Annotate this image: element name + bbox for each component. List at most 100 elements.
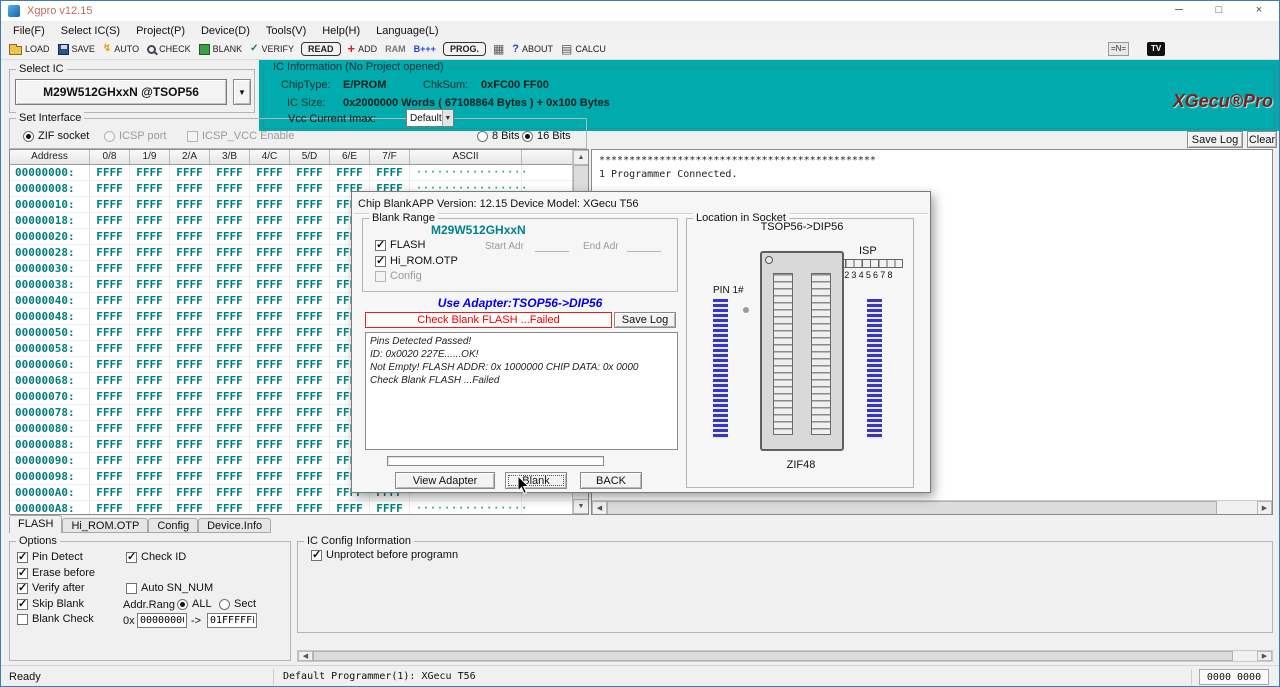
hex-cell[interactable]: FFFF	[250, 389, 290, 404]
hex-cell[interactable]: FFFF	[250, 421, 290, 436]
hex-cell[interactable]: FFFF	[250, 437, 290, 452]
unprotect-checkbox[interactable]: Unprotect before programn	[311, 549, 458, 561]
menu-item-projectp[interactable]: Project(P)	[128, 25, 193, 37]
tab-config[interactable]: Config	[148, 518, 198, 533]
toolbar-check-button[interactable]: CHECK	[143, 43, 195, 55]
hex-cell[interactable]: FFFF	[130, 309, 170, 324]
hex-cell[interactable]: FFFF	[250, 309, 290, 324]
hex-cell[interactable]: FFFF	[250, 357, 290, 372]
hex-cell[interactable]: FFFF	[90, 181, 130, 196]
hex-cell[interactable]: FFFF	[130, 181, 170, 196]
bits-16-radio[interactable]: 16 Bits	[522, 130, 571, 142]
erase-before-checkbox[interactable]: Erase before	[17, 567, 95, 579]
hex-cell[interactable]: FFFF	[290, 325, 330, 340]
hex-cell[interactable]: FFFF	[90, 469, 130, 484]
menu-item-selectics[interactable]: Select IC(S)	[53, 25, 128, 37]
hex-cell[interactable]: FFFF	[90, 277, 130, 292]
hex-cell[interactable]: FFFF	[130, 213, 170, 228]
hex-cell[interactable]: FFFF	[250, 469, 290, 484]
hex-cell[interactable]: FFFF	[290, 453, 330, 468]
hex-cell[interactable]: FFFF	[290, 373, 330, 388]
hex-cell[interactable]: FFFF	[130, 293, 170, 308]
hex-cell[interactable]: FFFF	[290, 357, 330, 372]
hex-cell[interactable]: FFFF	[290, 293, 330, 308]
dialog-save-log-button[interactable]: Save Log	[614, 312, 676, 328]
hex-cell[interactable]: FFFF	[210, 261, 250, 276]
hex-cell[interactable]: FFFF	[170, 309, 210, 324]
hex-cell[interactable]: FFFF	[250, 453, 290, 468]
hex-cell[interactable]: FFFF	[170, 453, 210, 468]
hex-cell[interactable]: FFFF	[90, 485, 130, 500]
toolbar-auto-button[interactable]: ↯AUTO	[99, 42, 143, 56]
hex-cell[interactable]: FFFF	[290, 197, 330, 212]
toolbar-save-button[interactable]: SAVE	[54, 43, 99, 56]
zif-socket-radio[interactable]: ZIF socket	[23, 130, 89, 142]
hex-cell[interactable]: FFFF	[250, 293, 290, 308]
hex-cell[interactable]: FFFF	[130, 325, 170, 340]
tab-hi-rom-otp[interactable]: Hi_ROM.OTP	[62, 518, 148, 533]
menu-item-toolsv[interactable]: Tools(V)	[258, 25, 314, 37]
hex-cell[interactable]: FFFF	[90, 453, 130, 468]
hex-cell[interactable]: FFFF	[170, 325, 210, 340]
hex-cell[interactable]: FFFF	[90, 309, 130, 324]
hex-cell[interactable]: FFFF	[250, 181, 290, 196]
hex-cell[interactable]: FFFF	[210, 181, 250, 196]
blank-check-checkbox[interactable]: Blank Check	[17, 613, 94, 625]
hex-cell[interactable]: FFFF	[90, 245, 130, 260]
tab-device-info[interactable]: Device.Info	[198, 518, 271, 533]
hex-cell[interactable]: FFFF	[210, 485, 250, 500]
hex-cell[interactable]: FFFF	[210, 437, 250, 452]
bottom-horizontal-scrollbar[interactable]: ◀ ▶	[297, 650, 1273, 662]
hex-cell[interactable]: FFFF	[90, 341, 130, 356]
skip-blank-checkbox[interactable]: Skip Blank	[17, 598, 84, 610]
hex-cell[interactable]: FFFF	[130, 389, 170, 404]
hex-cell[interactable]: FFFF	[130, 341, 170, 356]
hex-cell[interactable]: FFFF	[210, 405, 250, 420]
pin-detect-checkbox[interactable]: Pin Detect	[17, 551, 83, 563]
hex-cell[interactable]: FFFF	[170, 245, 210, 260]
hex-cell[interactable]: FFFF	[330, 501, 370, 514]
maximize-button[interactable]: □	[1199, 1, 1239, 21]
hex-cell[interactable]: FFFF	[90, 293, 130, 308]
close-button[interactable]: ×	[1239, 1, 1279, 21]
toolbar-tv-button[interactable]: TV	[1143, 41, 1169, 57]
scroll-down-arrow[interactable]: ▼	[573, 499, 589, 514]
hex-cell[interactable]: FFFF	[210, 165, 250, 180]
config-checkbox[interactable]: Config	[375, 270, 422, 282]
hex-cell[interactable]: FFFF	[90, 197, 130, 212]
select-ic-dropdown-button[interactable]: ▼	[233, 79, 251, 105]
toolbar-read-button[interactable]: READ	[301, 42, 341, 56]
hex-cell[interactable]: FFFF	[290, 165, 330, 180]
hex-cell[interactable]: FFFF	[290, 181, 330, 196]
icsp-port-radio[interactable]: ICSP port	[104, 130, 167, 142]
toolbar-gridmap-button[interactable]: ▦	[489, 42, 508, 56]
hex-cell[interactable]: FFFF	[130, 277, 170, 292]
hex-cell[interactable]: FFFF	[290, 437, 330, 452]
hex-cell[interactable]: FFFF	[250, 405, 290, 420]
hex-cell[interactable]: FFFF	[90, 389, 130, 404]
hex-cell[interactable]: FFFF	[210, 357, 250, 372]
verify-after-checkbox[interactable]: Verify after	[17, 582, 85, 594]
menu-item-deviced[interactable]: Device(D)	[193, 25, 258, 37]
hex-cell[interactable]: FFFF	[170, 197, 210, 212]
hex-cell[interactable]: FFFF	[330, 165, 370, 180]
hex-cell[interactable]: FFFF	[170, 181, 210, 196]
scroll-thumb[interactable]	[313, 651, 1233, 661]
hex-cell[interactable]: FFFF	[170, 229, 210, 244]
hex-cell[interactable]: FFFF	[90, 437, 130, 452]
hex-cell[interactable]: FFFF	[130, 405, 170, 420]
hex-cell[interactable]: FFFF	[90, 213, 130, 228]
hex-cell[interactable]: FFFF	[290, 501, 330, 514]
hex-cell[interactable]: FFFF	[290, 341, 330, 356]
menu-item-helph[interactable]: Help(H)	[314, 25, 368, 37]
auto-sn-num-checkbox[interactable]: Auto SN_NUM	[126, 582, 213, 594]
hex-cell[interactable]: FFFF	[90, 357, 130, 372]
hex-cell[interactable]: FFFF	[210, 277, 250, 292]
tab-flash[interactable]: FLASH	[9, 515, 62, 533]
hex-cell[interactable]: FFFF	[250, 245, 290, 260]
hex-cell[interactable]: FFFF	[130, 453, 170, 468]
toolbar-verify-button[interactable]: ✓VERIFY	[246, 42, 298, 56]
hex-cell[interactable]: FFFF	[170, 165, 210, 180]
vcc-imax-select[interactable]: Default ▼	[406, 109, 454, 127]
hex-cell[interactable]: FFFF	[290, 245, 330, 260]
